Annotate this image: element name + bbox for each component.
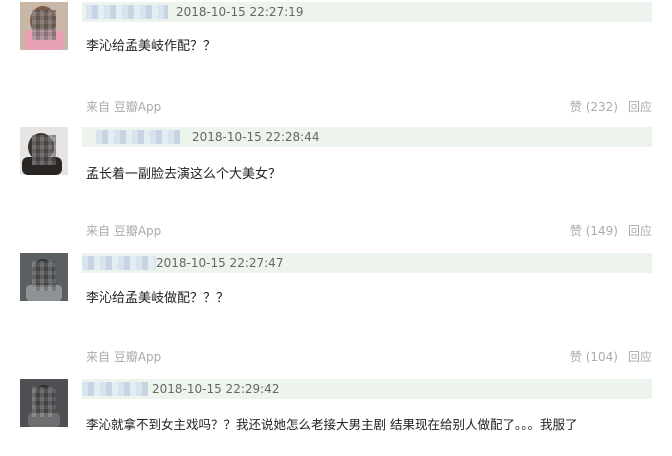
comment-item: 2018-10-15 22:27:19 李沁给孟美岐作配？？ 来自 豆瓣App … [0,0,672,120]
comment-header: 2018-10-15 22:27:19 [82,2,652,22]
douban-comment-list: 2018-10-15 22:27:19 李沁给孟美岐作配？？ 来自 豆瓣App … [0,0,672,456]
avatar[interactable] [20,2,68,50]
comment-header: 2018-10-15 22:29:42 [82,379,652,399]
comment-header: 2018-10-15 22:28:44 [82,127,652,147]
comment-actions: 赞 (104) 回应 [570,348,652,366]
like-button[interactable]: 赞 (232) [570,100,618,114]
username[interactable] [96,130,180,144]
comment-item: 2018-10-15 22:27:47 李沁给孟美岐做配？？？ 来自 豆瓣App… [0,250,672,370]
comment-source: 来自 豆瓣App [86,100,162,114]
comment-text: 李沁给孟美岐做配？？？ [86,291,230,306]
comment-text: 孟长着一副脸去演这么个大美女？ [86,167,282,182]
comment-item: 2018-10-15 22:29:42 李沁就拿不到女主戏吗？？我还说她怎么老接… [0,376,672,456]
avatar[interactable] [20,253,68,301]
avatar[interactable] [20,379,68,427]
comment-actions: 赞 (149) 回应 [570,222,652,240]
reply-button[interactable]: 回应 [628,350,652,364]
comment-header: 2018-10-15 22:27:47 [82,253,652,273]
username[interactable] [82,256,156,270]
like-button[interactable]: 赞 (149) [570,224,618,238]
comment-footer: 来自 豆瓣App 赞 (104) 回应 [86,348,652,366]
username[interactable] [82,382,148,396]
comment-source: 来自 豆瓣App [86,350,162,364]
comment-timestamp: 2018-10-15 22:29:42 [152,382,280,396]
comment-timestamp: 2018-10-15 22:28:44 [192,130,320,144]
reply-button[interactable]: 回应 [628,100,652,114]
avatar[interactable] [20,127,68,175]
comment-text: 李沁给孟美岐作配？？ [86,39,217,54]
username[interactable] [86,5,168,19]
comment-timestamp: 2018-10-15 22:27:47 [156,256,284,270]
comment-footer: 来自 豆瓣App 赞 (232) 回应 [86,98,652,116]
reply-button[interactable]: 回应 [628,224,652,238]
comment-source: 来自 豆瓣App [86,224,162,238]
comment-footer: 来自 豆瓣App 赞 (149) 回应 [86,222,652,240]
comment-text: 李沁就拿不到女主戏吗？？我还说她怎么老接大男主剧 结果现在给别人做配了。。。我服… [86,417,578,432]
comment-actions: 赞 (232) 回应 [570,98,652,116]
comment-item: 2018-10-15 22:28:44 孟长着一副脸去演这么个大美女？ 来自 豆… [0,124,672,244]
like-button[interactable]: 赞 (104) [570,350,618,364]
comment-timestamp: 2018-10-15 22:27:19 [176,5,304,19]
